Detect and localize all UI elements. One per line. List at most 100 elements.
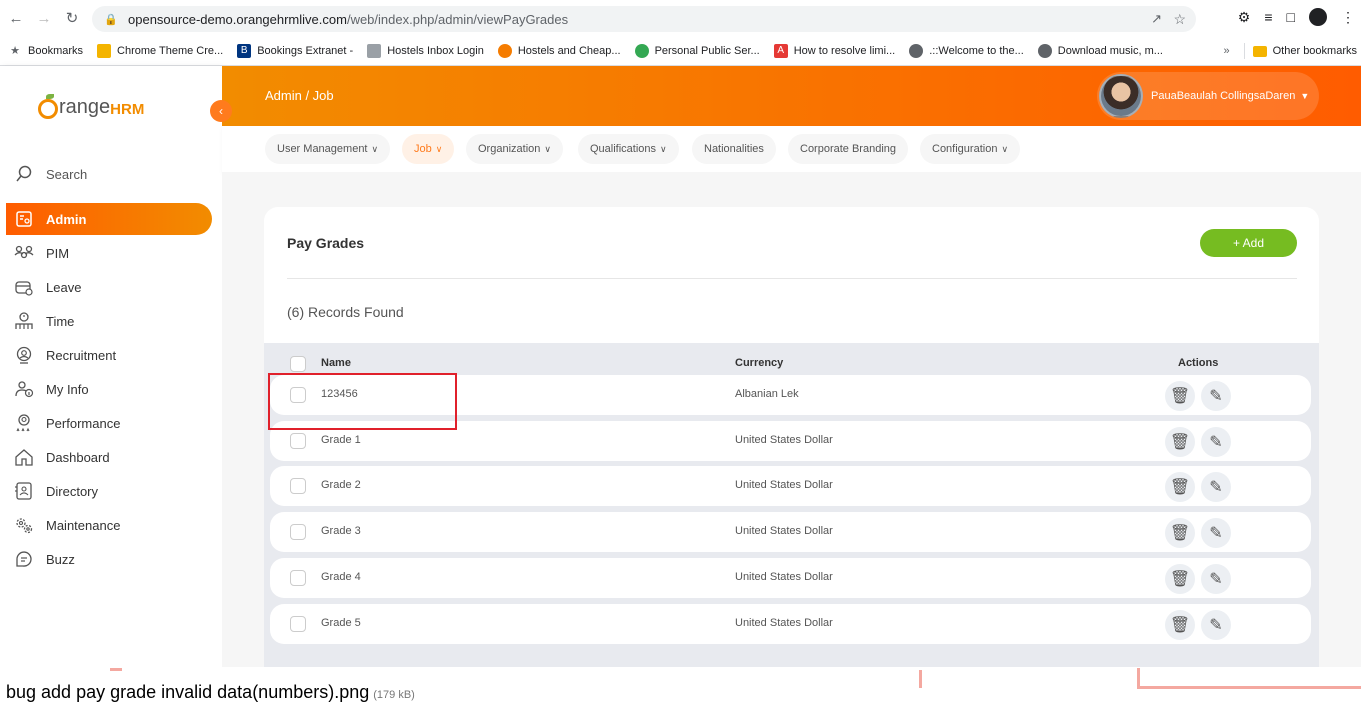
delete-button[interactable]: 🗑 — [1165, 610, 1195, 640]
address-bar[interactable]: 🔒 opensource-demo.orangehrmlive.com/web/… — [92, 6, 1196, 32]
table-row[interactable]: Grade 4 United States Dollar 🗑 ✎ — [270, 558, 1311, 598]
row-checkbox[interactable] — [290, 478, 306, 494]
breadcrumb: Admin / Job — [265, 88, 334, 103]
chevron-down-icon: ∨ — [371, 143, 379, 154]
leave-icon — [12, 276, 36, 298]
menu-kebab-icon[interactable]: ⋮ — [1341, 9, 1355, 26]
bookmark-star-icon[interactable]: ☆ — [1173, 11, 1186, 28]
tab-nationalities[interactable]: Nationalities — [692, 134, 776, 164]
browser-toolbar: ← → ↻ 🔒 opensource-demo.orangehrmlive.co… — [0, 0, 1361, 36]
delete-button[interactable]: 🗑 — [1165, 427, 1195, 457]
sidebar-item-directory[interactable]: Directory — [6, 475, 212, 507]
pim-icon — [12, 242, 36, 264]
other-bookmarks[interactable]: Other bookmarks — [1273, 45, 1357, 57]
row-checkbox[interactable] — [290, 433, 306, 449]
chevron-down-icon: ∨ — [435, 143, 443, 154]
theme-icon — [97, 43, 112, 58]
sidebar-item-label: Directory — [46, 483, 99, 499]
edit-button[interactable]: ✎ — [1201, 472, 1231, 502]
sidebar-search[interactable]: Search — [6, 158, 212, 190]
bookmark-item[interactable]: B Bookings Extranet - — [237, 43, 353, 58]
orangehrm-logo[interactable]: range HRM — [38, 94, 144, 119]
user-dropdown[interactable]: PauaBeaulah CollingsaDaren ▼ — [1097, 72, 1319, 120]
sidebar-item-label: Dashboard — [46, 449, 110, 465]
trash-icon: 🗑 — [1169, 525, 1191, 542]
edit-button[interactable]: ✎ — [1201, 518, 1231, 548]
sidebar-item-leave[interactable]: Leave — [6, 271, 212, 303]
row-checkbox[interactable] — [290, 570, 306, 586]
bookmark-item[interactable]: A How to resolve limi... — [773, 43, 895, 58]
row-checkbox[interactable] — [290, 616, 306, 632]
column-header-currency: Currency — [735, 357, 784, 369]
bookmark-item[interactable]: Chrome Theme Cre... — [97, 43, 223, 58]
sidebar-item-pim[interactable]: PIM — [6, 237, 212, 269]
column-header-name[interactable]: Name — [321, 357, 351, 369]
edit-button[interactable]: ✎ — [1201, 564, 1231, 594]
recruitment-icon — [12, 344, 36, 366]
trash-icon: 🗑 — [1169, 434, 1191, 451]
share-icon[interactable]: ↗ — [1151, 11, 1162, 27]
bookmark-item[interactable]: Hostels Inbox Login — [367, 43, 484, 58]
url-host: opensource-demo.orangehrmlive.com — [128, 11, 347, 27]
cell-name: Grade 1 — [321, 434, 361, 446]
attachment-caption[interactable]: bug add pay grade invalid data(numbers).… — [6, 682, 415, 703]
delete-button[interactable]: 🗑 — [1165, 564, 1195, 594]
sidebar-item-label: My Info — [46, 381, 89, 397]
sidebar-collapse-button[interactable]: ‹ — [210, 100, 232, 122]
side-panel-icon[interactable]: □ — [1287, 9, 1295, 25]
bookmark-item[interactable]: Personal Public Ser... — [634, 43, 760, 58]
extensions-icon[interactable]: ⚙ — [1238, 9, 1251, 26]
tab-configuration[interactable]: Configuration ∨ — [920, 134, 1021, 164]
tab-organization[interactable]: Organization ∨ — [466, 134, 563, 164]
bookmarks-bar: ★ Bookmarks Chrome Theme Cre... B Bookings… — [0, 36, 1361, 66]
sidebar-item-myinfo[interactable]: My Info — [6, 373, 212, 405]
tab-qualifications[interactable]: Qualifications ∨ — [578, 134, 679, 164]
decor-line — [1137, 686, 1361, 689]
back-icon[interactable]: ← — [4, 6, 28, 30]
sidebar-item-performance[interactable]: Performance — [6, 407, 212, 439]
trash-icon: 🗑 — [1169, 571, 1191, 588]
bookmark-item[interactable]: ★ Bookmarks — [8, 44, 83, 58]
edit-button[interactable]: ✎ — [1201, 381, 1231, 411]
more-bookmarks-chevron[interactable]: » — [1224, 45, 1230, 57]
reload-icon[interactable]: ↻ — [60, 6, 84, 30]
add-button[interactable]: + Add — [1200, 229, 1297, 257]
app-header: Admin / Job PauaBeaulah CollingsaDaren ▼ — [222, 66, 1361, 126]
delete-button[interactable]: 🗑 — [1165, 381, 1195, 411]
delete-button[interactable]: 🗑 — [1165, 472, 1195, 502]
sidebar-item-recruitment[interactable]: Recruitment — [6, 339, 212, 371]
tab-corporate-branding[interactable]: Corporate Branding — [788, 134, 909, 164]
select-all-checkbox[interactable] — [290, 356, 306, 372]
delete-button[interactable]: 🗑 — [1165, 518, 1195, 548]
cell-currency: Albanian Lek — [735, 388, 799, 400]
edit-button[interactable]: ✎ — [1201, 427, 1231, 457]
sidebar-item-dashboard[interactable]: Dashboard — [6, 441, 212, 473]
myinfo-icon — [12, 378, 36, 400]
bookmarks-right: » Other bookmarks — [1224, 36, 1361, 66]
tab-user-management[interactable]: User Management ∨ — [265, 134, 391, 164]
cell-name: Grade 4 — [321, 571, 361, 583]
bookmark-item[interactable]: .::Welcome to the... — [909, 43, 1024, 58]
bookmark-item[interactable]: Download music, m... — [1037, 43, 1163, 58]
row-checkbox[interactable] — [290, 524, 306, 540]
sidebar-item-time[interactable]: Time — [6, 305, 212, 337]
table-row[interactable]: Grade 3 United States Dollar 🗑 ✎ — [270, 512, 1311, 552]
forward-icon[interactable]: → — [32, 6, 56, 30]
search-icon — [12, 163, 36, 185]
decor-line — [1137, 668, 1140, 686]
logo-orange-icon — [38, 94, 58, 119]
sidebar-item-maintenance[interactable]: Maintenance — [6, 509, 212, 541]
sidebar-item-admin[interactable]: Admin — [6, 203, 212, 235]
bookmark-item[interactable]: Hostels and Cheap... — [497, 43, 621, 58]
table-row[interactable]: Grade 2 United States Dollar 🗑 ✎ — [270, 466, 1311, 506]
sidebar-item-buzz[interactable]: Buzz — [6, 543, 212, 575]
cell-name: Grade 2 — [321, 479, 361, 491]
column-header-actions: Actions — [1178, 357, 1219, 369]
tab-job[interactable]: Job ∨ — [402, 134, 455, 164]
profile-icon[interactable] — [1309, 8, 1327, 26]
bookmarks-divider — [1243, 43, 1245, 59]
reading-list-icon[interactable]: ≡ — [1264, 9, 1272, 25]
sidebar-item-label: Buzz — [46, 551, 75, 567]
table-row[interactable]: Grade 5 United States Dollar 🗑 ✎ — [270, 604, 1311, 644]
edit-button[interactable]: ✎ — [1201, 610, 1231, 640]
